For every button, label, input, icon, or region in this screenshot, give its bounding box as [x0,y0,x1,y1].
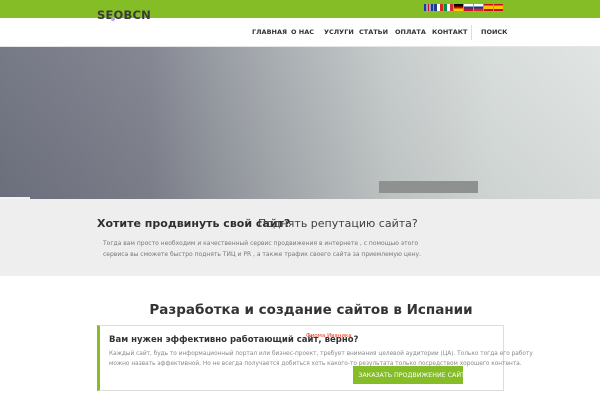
nav-contact[interactable]: КОНТАКТ [432,28,468,36]
nav-divider [471,25,472,40]
hero-slider[interactable] [0,47,600,199]
section-title: Разработка и создание сайтов в Испании [149,302,473,318]
flag-it-icon[interactable] [444,4,453,11]
order-promotion-button[interactable]: ▦ ЗАКАЗАТЬ ПРОДВИЖЕНИЕ САЙТА [347,366,469,384]
logo-dot-icon [111,17,115,21]
flag-de-icon[interactable] [454,4,463,11]
nav-articles[interactable]: СТАТЬИ [359,28,388,36]
promo-text: Тогда вам просто необходим и качественны… [103,240,421,258]
nav-search[interactable]: ПОИСК [481,28,508,36]
flag-uk-icon[interactable] [424,4,433,11]
language-flags [424,4,503,11]
cta-red-label: Фирма Иваника [306,333,352,339]
promo-title-rest: Поднять репутацию сайта? [258,217,418,230]
flag-ru2-icon[interactable] [494,4,503,11]
flag-es-icon[interactable] [484,4,493,11]
hero-overlay [0,47,600,199]
cta-text: Каждый сайт, будь то информационный порт… [109,351,533,367]
nav-about[interactable]: О НАС [291,28,314,36]
order-button-label: ЗАКАЗАТЬ ПРОДВИЖЕНИЕ САЙТА [358,371,470,379]
flag-fr-icon[interactable] [434,4,443,11]
slider-caption-bar [379,181,478,193]
site-logo[interactable]: SEOBCN [97,8,151,22]
nav-payment[interactable]: ОПЛАТА [395,28,426,36]
nav-home[interactable]: ГЛАВНАЯ [252,28,287,36]
nav-services[interactable]: УСЛУГИ [324,28,354,36]
top-bar [0,0,600,18]
flag-br-icon[interactable] [464,4,473,11]
flag-ru-icon[interactable] [474,4,483,11]
cart-icon: ▦ [346,371,354,379]
